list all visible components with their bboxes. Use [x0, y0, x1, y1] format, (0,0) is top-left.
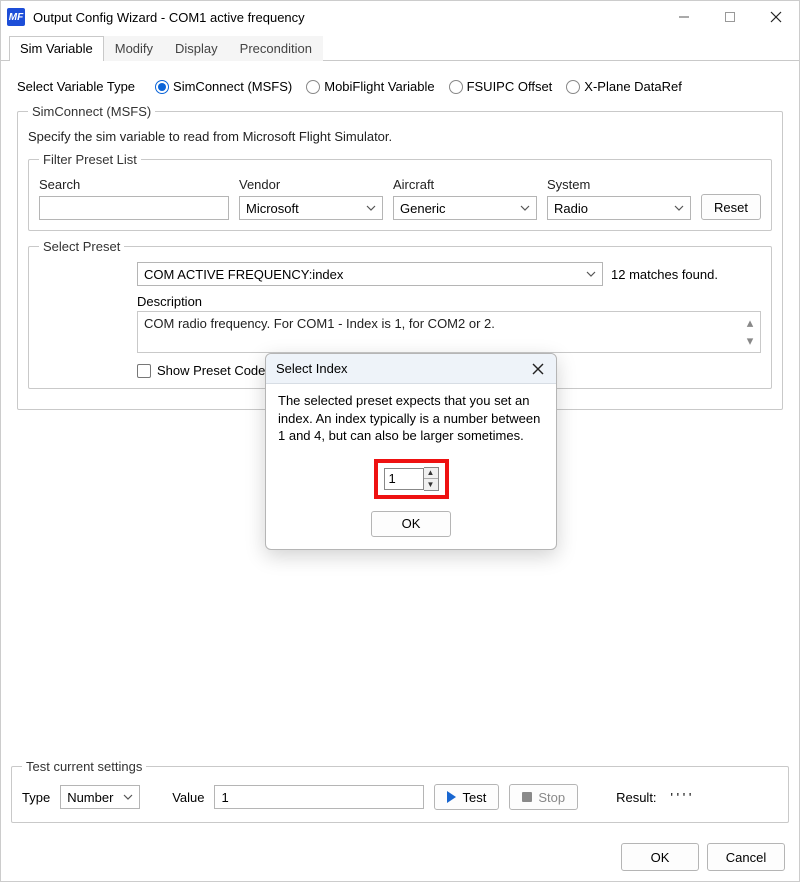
cancel-button[interactable]: Cancel	[707, 843, 785, 871]
description-box: COM radio frequency. For COM1 - Index is…	[137, 311, 761, 353]
dialog-body-text: The selected preset expects that you set…	[278, 392, 544, 445]
type-value: Number	[67, 790, 113, 805]
window-title: Output Config Wizard - COM1 active frequ…	[33, 10, 305, 25]
vendor-value: Microsoft	[246, 201, 299, 216]
vendor-select[interactable]: Microsoft	[239, 196, 383, 220]
test-button-label: Test	[462, 790, 486, 805]
radio-simconnect[interactable]: SimConnect (MSFS)	[155, 79, 292, 94]
variable-type-row: Select Variable Type SimConnect (MSFS) M…	[17, 79, 783, 94]
dialog-title: Select Index	[276, 361, 348, 376]
simconnect-instruction: Specify the sim variable to read from Mi…	[28, 129, 772, 144]
chevron-down-icon	[121, 790, 135, 804]
filter-legend: Filter Preset List	[39, 152, 141, 167]
match-count: 12 matches found.	[611, 267, 761, 282]
close-button[interactable]	[753, 1, 799, 33]
index-input[interactable]	[384, 468, 424, 490]
tab-strip: Sim Variable Modify Display Precondition	[1, 35, 799, 61]
description-label: Description	[137, 294, 761, 309]
stop-icon	[522, 792, 532, 802]
radio-label: SimConnect (MSFS)	[173, 79, 292, 94]
description-text: COM radio frequency. For COM1 - Index is…	[144, 316, 495, 331]
chevron-down-icon	[518, 201, 532, 215]
vendor-label: Vendor	[239, 177, 383, 192]
select-index-dialog: Select Index The selected preset expects…	[265, 353, 557, 550]
select-preset-legend: Select Preset	[39, 239, 124, 254]
titlebar: MF Output Config Wizard - COM1 active fr…	[1, 1, 799, 33]
radio-label: MobiFlight Variable	[324, 79, 434, 94]
maximize-button[interactable]	[707, 1, 753, 33]
system-select[interactable]: Radio	[547, 196, 691, 220]
show-preset-code-label: Show Preset Code	[157, 363, 265, 378]
radio-icon	[449, 80, 463, 94]
aircraft-label: Aircraft	[393, 177, 537, 192]
radio-label: FSUIPC Offset	[467, 79, 553, 94]
search-input[interactable]	[39, 196, 229, 220]
radio-icon	[306, 80, 320, 94]
system-label: System	[547, 177, 691, 192]
chevron-up-icon: ▴	[742, 314, 758, 332]
system-value: Radio	[554, 201, 588, 216]
test-button[interactable]: Test	[434, 784, 499, 810]
minimize-button[interactable]	[661, 1, 707, 33]
chevron-down-icon	[672, 201, 686, 215]
play-icon	[447, 791, 456, 803]
simconnect-legend: SimConnect (MSFS)	[28, 104, 155, 119]
preset-value: COM ACTIVE FREQUENCY:index	[144, 267, 343, 282]
reset-button[interactable]: Reset	[701, 194, 761, 220]
test-settings-legend: Test current settings	[22, 759, 146, 774]
chevron-down-icon: ▼	[424, 479, 438, 490]
index-spinner-highlight: ▲ ▼	[374, 459, 449, 499]
ok-button[interactable]: OK	[621, 843, 699, 871]
show-preset-code-checkbox[interactable]	[137, 364, 151, 378]
value-input[interactable]	[214, 785, 424, 809]
radio-fsuipc-offset[interactable]: FSUIPC Offset	[449, 79, 553, 94]
close-icon	[770, 11, 782, 23]
aircraft-value: Generic	[400, 201, 446, 216]
type-select[interactable]: Number	[60, 785, 140, 809]
search-label: Search	[39, 177, 229, 192]
test-settings-group: Test current settings Type Number Value …	[11, 759, 789, 823]
chevron-down-icon	[584, 267, 598, 281]
variable-type-label: Select Variable Type	[17, 79, 135, 94]
tab-display[interactable]: Display	[164, 36, 229, 61]
dialog-ok-button[interactable]: OK	[371, 511, 451, 537]
radio-icon	[566, 80, 580, 94]
chevron-down-icon	[364, 201, 378, 215]
chevron-down-icon: ▾	[742, 332, 758, 350]
type-label: Type	[22, 790, 50, 805]
stop-button[interactable]: Stop	[509, 784, 578, 810]
stop-button-label: Stop	[538, 790, 565, 805]
app-icon: MF	[7, 8, 25, 26]
index-stepper[interactable]: ▲ ▼	[424, 467, 439, 491]
aircraft-select[interactable]: Generic	[393, 196, 537, 220]
tab-precondition[interactable]: Precondition	[229, 36, 323, 61]
tab-sim-variable[interactable]: Sim Variable	[9, 36, 104, 61]
tab-modify[interactable]: Modify	[104, 36, 164, 61]
radio-xplane-dataref[interactable]: X-Plane DataRef	[566, 79, 682, 94]
description-scroll[interactable]: ▴ ▾	[742, 314, 758, 350]
minimize-icon	[678, 11, 690, 23]
result-label: Result:	[616, 790, 656, 805]
filter-group: Filter Preset List Search Vendor Microso…	[28, 152, 772, 231]
close-icon	[532, 363, 544, 375]
maximize-icon	[724, 11, 736, 23]
radio-icon	[155, 80, 169, 94]
radio-label: X-Plane DataRef	[584, 79, 682, 94]
result-value: ' ' ' '	[671, 790, 692, 805]
chevron-up-icon: ▲	[424, 468, 438, 479]
dialog-close-button[interactable]	[530, 361, 546, 377]
radio-mobiflight-variable[interactable]: MobiFlight Variable	[306, 79, 434, 94]
preset-select[interactable]: COM ACTIVE FREQUENCY:index	[137, 262, 603, 286]
footer-buttons: OK Cancel	[621, 843, 785, 871]
value-label: Value	[172, 790, 204, 805]
